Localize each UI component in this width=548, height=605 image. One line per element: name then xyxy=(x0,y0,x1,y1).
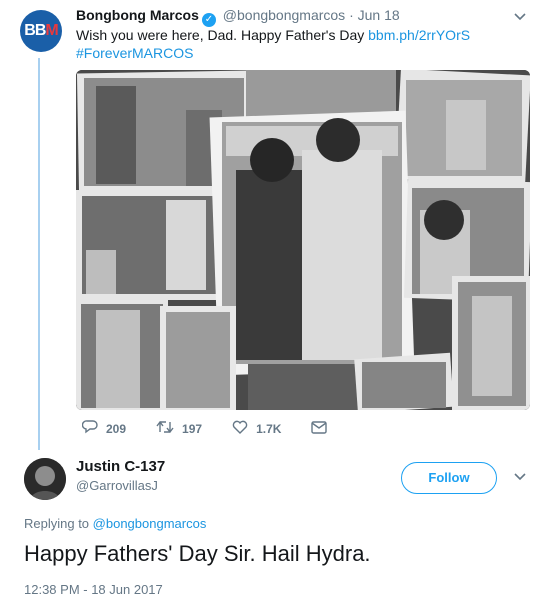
comment-icon xyxy=(81,420,98,437)
author-name[interactable]: Bongbong Marcos xyxy=(76,7,199,23)
tweet-actions: 209 197 1.7K xyxy=(81,420,365,437)
reply-text: Happy Fathers' Day Sir. Hail Hydra. xyxy=(24,541,371,566)
tweet-photo[interactable] xyxy=(76,70,530,410)
avatar-initials: BB xyxy=(24,22,46,39)
chevron-down-icon[interactable] xyxy=(511,9,529,27)
retweet-icon xyxy=(156,420,174,437)
replying-to-handle[interactable]: @bongbongmarcos xyxy=(93,516,207,531)
tweet-link[interactable]: bbm.ph/2rrYOrS xyxy=(368,27,470,43)
avatar[interactable]: BB M xyxy=(20,10,62,52)
separator: · xyxy=(349,7,354,23)
avatar[interactable] xyxy=(24,458,66,500)
reply-timestamp[interactable]: 12:38 PM - 18 Jun 2017 xyxy=(24,582,163,597)
tweet-text: Wish you were here, Dad. Happy Father's … xyxy=(76,26,516,62)
photo-collage xyxy=(76,70,530,410)
tweet-body: Wish you were here, Dad. Happy Father's … xyxy=(76,27,365,43)
reply-author-name[interactable]: Justin C-137 xyxy=(76,458,165,475)
author-handle[interactable]: @bongbongmarcos xyxy=(223,7,345,23)
tweet-date[interactable]: Jun 18 xyxy=(358,7,400,23)
retweet-action[interactable]: 197 xyxy=(156,420,202,437)
dm-action[interactable] xyxy=(311,420,335,437)
like-count: 1.7K xyxy=(256,421,282,436)
tweet-hashtag[interactable]: #ForeverMARCOS xyxy=(76,45,193,61)
follow-button[interactable]: Follow xyxy=(401,462,497,494)
heart-icon xyxy=(232,420,248,437)
like-action[interactable]: 1.7K xyxy=(232,420,281,437)
envelope-icon xyxy=(311,420,328,437)
reply-action[interactable]: 209 xyxy=(81,420,127,437)
avatar-accent: M xyxy=(45,22,58,39)
thread-line xyxy=(38,58,40,450)
retweet-count: 197 xyxy=(182,421,203,436)
reply-author-handle[interactable]: @GarrovillasJ xyxy=(76,478,158,493)
tweet-header: Bongbong Marcos ✓ @bongbongmarcos · Jun 1… xyxy=(76,7,400,27)
reply-count: 209 xyxy=(106,421,127,436)
replying-prefix: Replying to xyxy=(24,516,90,531)
replying-to: Replying to @bongbongmarcos xyxy=(24,516,206,531)
verified-icon: ✓ xyxy=(201,13,216,27)
chevron-down-icon[interactable] xyxy=(511,469,529,487)
